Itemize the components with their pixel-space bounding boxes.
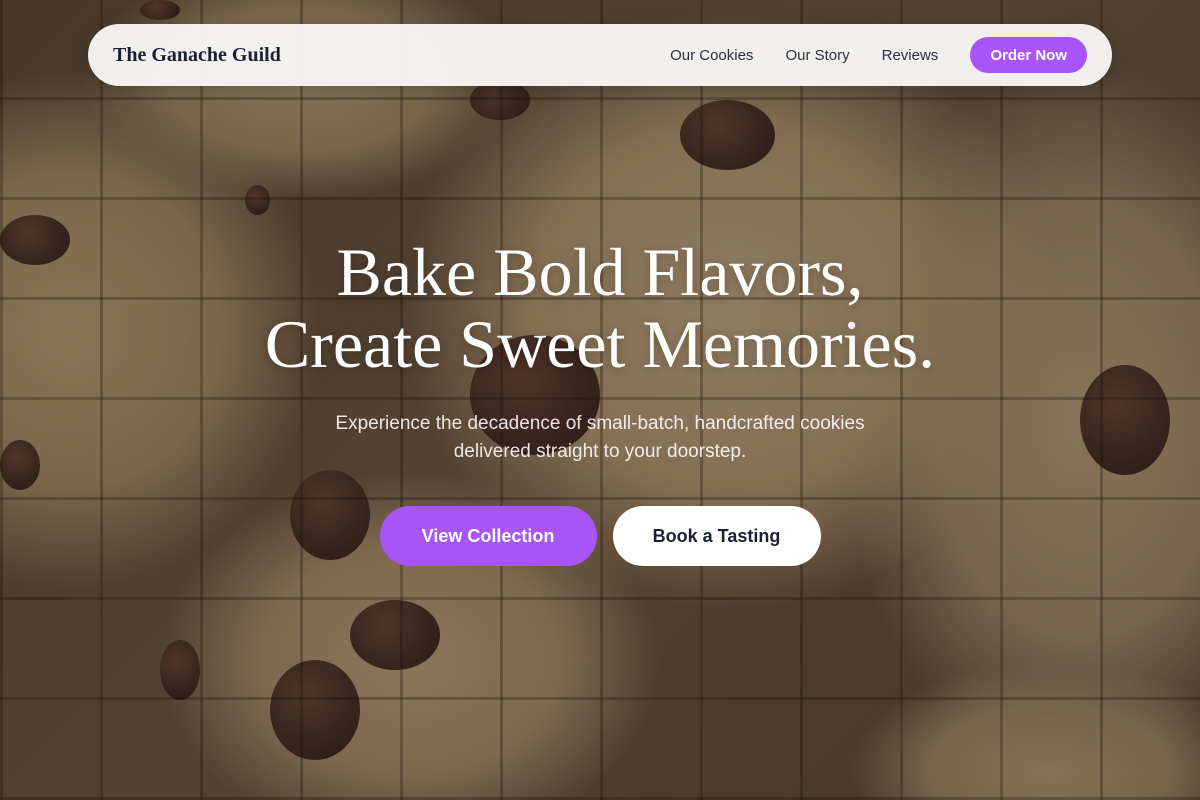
hero-headline: Bake Bold Flavors, Create Sweet Memories… [0,236,1200,380]
navbar: The Ganache Guild Our Cookies Our Story … [88,24,1112,86]
headline-line-1: Bake Bold Flavors, [336,234,864,310]
nav-links: Our Cookies Our Story Reviews Order Now [670,37,1087,73]
book-tasting-button[interactable]: Book a Tasting [612,506,821,566]
brand-logo[interactable]: The Ganache Guild [113,44,670,67]
nav-link-our-cookies[interactable]: Our Cookies [670,47,753,64]
subtitle-line-1: Experience the decadence of small-batch,… [335,413,865,434]
hero-content: Bake Bold Flavors, Create Sweet Memories… [0,236,1200,566]
nav-link-our-story[interactable]: Our Story [785,47,849,64]
nav-link-reviews[interactable]: Reviews [882,47,939,64]
cta-row: View Collection Book a Tasting [0,506,1200,566]
subtitle-line-2: delivered straight to your doorstep. [453,441,747,462]
order-now-button[interactable]: Order Now [970,37,1087,73]
hero-section: The Ganache Guild Our Cookies Our Story … [0,0,1200,800]
headline-line-2: Create Sweet Memories. [264,306,936,382]
hero-subtitle: Experience the decadence of small-batch,… [290,410,910,466]
view-collection-button[interactable]: View Collection [379,506,597,566]
